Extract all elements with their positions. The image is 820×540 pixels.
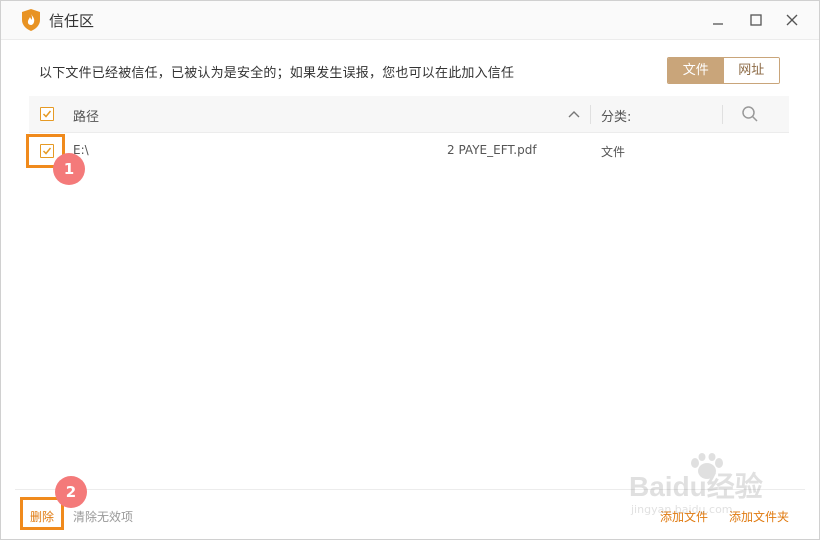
table-header: 路径 分类:: [29, 96, 789, 133]
table-row[interactable]: E:\ 2 PAYE_EFT.pdf 文件: [29, 133, 789, 167]
checkmark-icon: [42, 110, 52, 118]
column-divider: [722, 105, 723, 124]
paw-icon: [691, 453, 723, 479]
close-icon[interactable]: [781, 9, 803, 31]
chevron-up-icon[interactable]: [567, 108, 581, 120]
row-category: 文件: [601, 145, 626, 159]
tab-files[interactable]: 文件: [668, 58, 724, 83]
select-all-checkbox[interactable]: [40, 107, 54, 121]
column-header-path[interactable]: 路径: [73, 106, 99, 125]
step-marker-2: 2: [55, 476, 87, 508]
trust-description: 以下文件已经被信任，已被认为是安全的；如果发生误报，您也可以在此加入信任: [39, 66, 515, 81]
shield-logo-icon: [22, 9, 40, 31]
minimize-icon[interactable]: [707, 9, 729, 31]
column-header-category[interactable]: 分类:: [601, 106, 631, 125]
search-icon[interactable]: [741, 105, 759, 123]
clear-invalid-button[interactable]: 清除无效项: [73, 508, 133, 525]
tab-urls[interactable]: 网址: [723, 58, 779, 83]
window-title: 信任区: [49, 12, 95, 30]
title-bar[interactable]: 信任区: [1, 1, 819, 40]
add-file-button[interactable]: 添加文件: [660, 508, 708, 525]
column-divider: [590, 105, 591, 124]
type-toggle: 文件 网址: [667, 57, 780, 84]
baidu-watermark: Baidu经验 jingyan.baidu.com: [629, 453, 799, 516]
step-marker-1: 1: [53, 153, 85, 185]
maximize-icon[interactable]: [745, 9, 767, 31]
delete-button[interactable]: 删除: [30, 508, 54, 525]
trust-zone-window: 信任区 以下文件已经被信任，已被认为是安全的；如果发生误报，您也可以在此加入信任…: [0, 0, 820, 540]
footer-divider: [15, 489, 805, 490]
row-path-end: 2 PAYE_EFT.pdf: [447, 143, 537, 157]
watermark-logo-text: Baidu经验: [629, 471, 763, 502]
add-folder-button[interactable]: 添加文件夹: [729, 508, 789, 525]
